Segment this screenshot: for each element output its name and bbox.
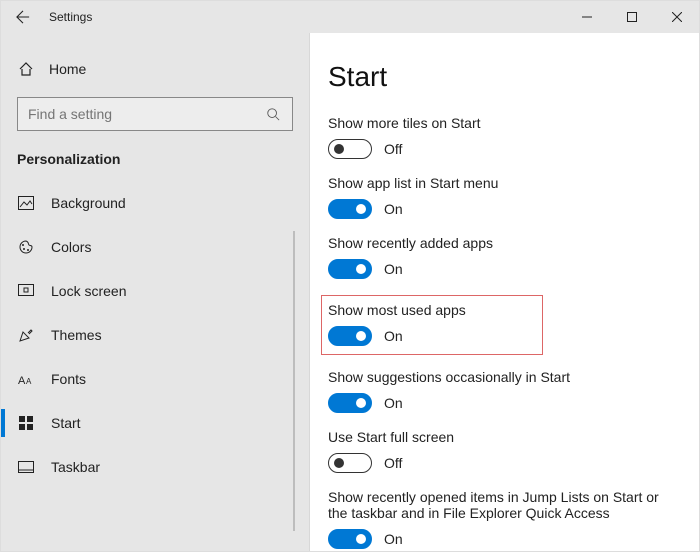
- maximize-icon: [627, 12, 637, 22]
- setting-recently-added: Show recently added apps On: [328, 235, 677, 279]
- toggle-more-tiles[interactable]: [328, 139, 372, 159]
- back-button[interactable]: [1, 10, 45, 24]
- toggle-app-list[interactable]: [328, 199, 372, 219]
- back-arrow-icon: [16, 10, 30, 24]
- close-button[interactable]: [654, 1, 699, 33]
- setting-app-list: Show app list in Start menu On: [328, 175, 677, 219]
- toggle-most-used[interactable]: [328, 326, 372, 346]
- setting-more-tiles: Show more tiles on Start Off: [328, 115, 677, 159]
- setting-label: Show suggestions occasionally in Start: [328, 369, 677, 385]
- window-title: Settings: [49, 10, 92, 24]
- sidebar: Home Personalization Background: [1, 33, 309, 551]
- nav-label: Lock screen: [51, 283, 126, 299]
- toggle-state: On: [384, 531, 403, 547]
- fonts-icon: AA: [17, 370, 35, 388]
- settings-window: Settings Home: [0, 0, 700, 552]
- toggle-full-screen[interactable]: [328, 453, 372, 473]
- svg-text:A: A: [26, 377, 32, 386]
- nav-start[interactable]: Start: [1, 401, 309, 445]
- nav-themes[interactable]: Themes: [1, 313, 309, 357]
- setting-jump-lists: Show recently opened items in Jump Lists…: [328, 489, 677, 549]
- toggle-jump-lists[interactable]: [328, 529, 372, 549]
- setting-label: Show recently added apps: [328, 235, 677, 251]
- maximize-button[interactable]: [609, 1, 654, 33]
- setting-label: Show more tiles on Start: [328, 115, 677, 131]
- taskbar-icon: [17, 458, 35, 476]
- setting-full-screen: Use Start full screen Off: [328, 429, 677, 473]
- search-icon: [264, 105, 282, 123]
- content-pane: Start Show more tiles on Start Off Show …: [309, 33, 699, 551]
- toggle-state: On: [384, 395, 403, 411]
- start-icon: [17, 414, 35, 432]
- search-wrap: [1, 87, 309, 145]
- toggle-suggestions[interactable]: [328, 393, 372, 413]
- sidebar-scrollbar[interactable]: [293, 231, 295, 531]
- palette-icon: [17, 238, 35, 256]
- minimize-icon: [582, 12, 592, 22]
- setting-label: Use Start full screen: [328, 429, 677, 445]
- setting-suggestions: Show suggestions occasionally in Start O…: [328, 369, 677, 413]
- highlighted-setting: Show most used apps On: [321, 295, 543, 355]
- titlebar: Settings: [1, 1, 699, 33]
- nav-label: Background: [51, 195, 126, 211]
- setting-label: Show most used apps: [328, 302, 534, 318]
- nav-fonts[interactable]: AA Fonts: [1, 357, 309, 401]
- home-label: Home: [49, 61, 86, 77]
- nav-list: Background Colors Lock screen Themes AA …: [1, 181, 309, 489]
- nav-colors[interactable]: Colors: [1, 225, 309, 269]
- minimize-button[interactable]: [564, 1, 609, 33]
- toggle-state: On: [384, 328, 403, 344]
- nav-label: Themes: [51, 327, 102, 343]
- window-body: Home Personalization Background: [1, 33, 699, 551]
- nav-background[interactable]: Background: [1, 181, 309, 225]
- search-input[interactable]: [28, 106, 264, 122]
- toggle-state: On: [384, 261, 403, 277]
- toggle-state: Off: [384, 455, 402, 471]
- nav-label: Colors: [51, 239, 91, 255]
- section-label: Personalization: [1, 145, 309, 181]
- nav-lock-screen[interactable]: Lock screen: [1, 269, 309, 313]
- toggle-recently-added[interactable]: [328, 259, 372, 279]
- page-title: Start: [328, 61, 677, 93]
- picture-icon: [17, 194, 35, 212]
- setting-label: Show recently opened items in Jump Lists…: [328, 489, 668, 521]
- svg-text:A: A: [18, 375, 26, 386]
- home-icon: [17, 60, 35, 78]
- nav-label: Taskbar: [51, 459, 100, 475]
- nav-taskbar[interactable]: Taskbar: [1, 445, 309, 489]
- search-box[interactable]: [17, 97, 293, 131]
- close-icon: [672, 12, 682, 22]
- nav-label: Fonts: [51, 371, 86, 387]
- themes-icon: [17, 326, 35, 344]
- nav-label: Start: [51, 415, 81, 431]
- toggle-state: On: [384, 201, 403, 217]
- toggle-state: Off: [384, 141, 402, 157]
- home-button[interactable]: Home: [1, 51, 309, 87]
- lock-screen-icon: [17, 282, 35, 300]
- setting-label: Show app list in Start menu: [328, 175, 677, 191]
